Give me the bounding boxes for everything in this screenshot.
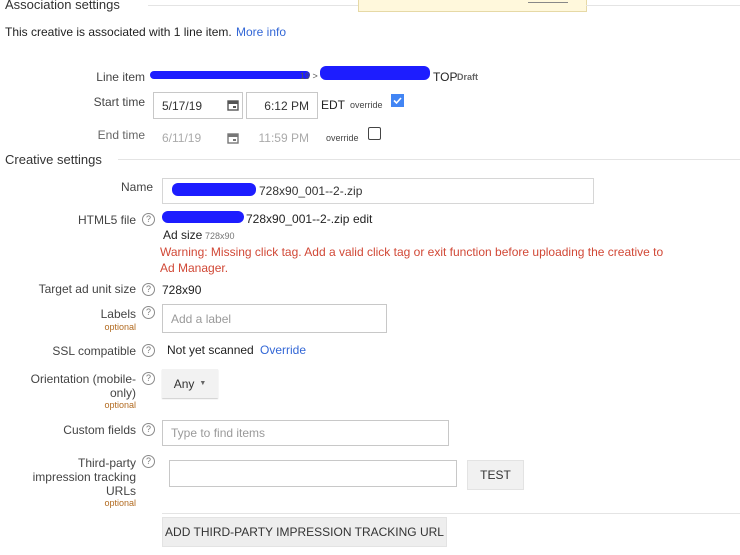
html5-file-label: HTML5 file — [77, 213, 136, 227]
custom-fields-placeholder: Type to find items — [171, 426, 266, 440]
ssl-override-link[interactable]: Override — [260, 343, 306, 357]
calendar-icon[interactable] — [227, 131, 239, 144]
target-ad-unit-size-value: 728x90 — [162, 283, 202, 297]
orientation-label-line1: Orientation (mobile- — [30, 372, 136, 386]
end-time-label: End time — [97, 128, 145, 142]
labels-placeholder: Add a label — [171, 311, 232, 326]
calendar-icon[interactable] — [227, 98, 239, 111]
help-icon[interactable]: ? — [142, 213, 155, 226]
labels-label: Labels — [100, 307, 136, 321]
custom-fields-label: Custom fields — [63, 423, 136, 437]
association-divider-right — [586, 5, 740, 6]
line-item-redaction-2 — [320, 66, 430, 80]
top-banner-link-line — [528, 2, 568, 3]
start-time-value: 6:12 PM — [264, 98, 309, 113]
creative-divider — [118, 159, 740, 160]
end-time-value: 11:59 PM — [258, 130, 309, 145]
chevron-down-icon: ▼ — [199, 380, 207, 387]
third-party-optional: optional — [104, 498, 136, 508]
help-icon[interactable]: ? — [142, 423, 155, 436]
association-divider — [148, 5, 358, 6]
test-button-label: TEST — [480, 468, 511, 482]
end-date-value: 6/11/19 — [162, 130, 202, 145]
click-tag-warning-line1: Warning: Missing click tag. Add a valid … — [160, 245, 664, 259]
name-label: Name — [120, 180, 153, 194]
third-party-label-line3: URLs — [105, 484, 136, 498]
start-override-checkbox[interactable] — [391, 94, 404, 107]
start-time-label: Start time — [93, 95, 145, 109]
click-tag-warning-line2: Ad Manager. — [160, 261, 229, 275]
third-party-url-input[interactable] — [169, 460, 457, 487]
test-button[interactable]: TEST — [467, 460, 524, 490]
line-item-value-right[interactable]: TOP — [433, 70, 457, 84]
orientation-label-line2: only) — [109, 386, 136, 400]
labels-input[interactable]: Add a label — [162, 304, 387, 333]
ad-size-value: 728x90 — [205, 231, 235, 241]
custom-fields-input[interactable]: Type to find items — [162, 420, 449, 446]
line-item-label: Line item — [96, 70, 145, 84]
labels-optional: optional — [104, 322, 136, 332]
third-party-label-line1: Third-party — [77, 456, 136, 470]
association-settings-title: Association settings — [5, 0, 120, 12]
target-ad-unit-size-label: Target ad unit size — [38, 282, 136, 296]
help-icon[interactable]: ? — [142, 344, 155, 357]
ssl-status: Not yet scanned — [167, 343, 254, 357]
html5-edit-link[interactable]: edit — [353, 212, 372, 226]
html5-file-value: 728x90_001--2-.zip — [246, 212, 350, 226]
add-third-party-url-label: ADD THIRD-PARTY IMPRESSION TRACKING URL — [165, 525, 444, 539]
end-time-input[interactable]: 11:59 PM — [246, 124, 318, 151]
add-third-party-url-button[interactable]: ADD THIRD-PARTY IMPRESSION TRACKING URL — [162, 517, 447, 547]
association-text: This creative is associated with 1 line … — [5, 25, 232, 39]
orientation-value: Any — [173, 376, 195, 391]
bottom-divider — [162, 513, 740, 514]
start-override-label: override — [350, 100, 383, 110]
end-override-label: override — [326, 133, 359, 143]
more-info-link[interactable]: More info — [236, 25, 286, 39]
help-icon[interactable]: ? — [142, 306, 155, 319]
ssl-compatible-label: SSL compatible — [52, 344, 136, 358]
line-item-value-left: 19 > — [300, 71, 318, 81]
creative-settings-title: Creative settings — [5, 152, 102, 167]
orientation-optional: optional — [104, 400, 136, 410]
third-party-label-line2: impression tracking — [32, 470, 136, 484]
line-item-status: Draft — [457, 72, 479, 82]
line-item-redaction-1 — [150, 71, 310, 79]
help-icon[interactable]: ? — [142, 455, 155, 468]
name-value: 728x90_001--2-.zip — [259, 184, 363, 198]
start-timezone: EDT — [321, 98, 345, 112]
end-override-checkbox[interactable] — [368, 127, 381, 140]
name-redaction — [172, 183, 256, 196]
help-icon[interactable]: ? — [142, 372, 155, 385]
orientation-dropdown[interactable]: Any ▼ — [162, 369, 218, 398]
html5-redaction — [162, 211, 244, 223]
help-icon[interactable]: ? — [142, 283, 155, 296]
ad-size-label: Ad size — [163, 228, 203, 242]
start-date-value: 5/17/19 — [162, 98, 203, 113]
start-time-input[interactable]: 6:12 PM — [246, 92, 318, 119]
